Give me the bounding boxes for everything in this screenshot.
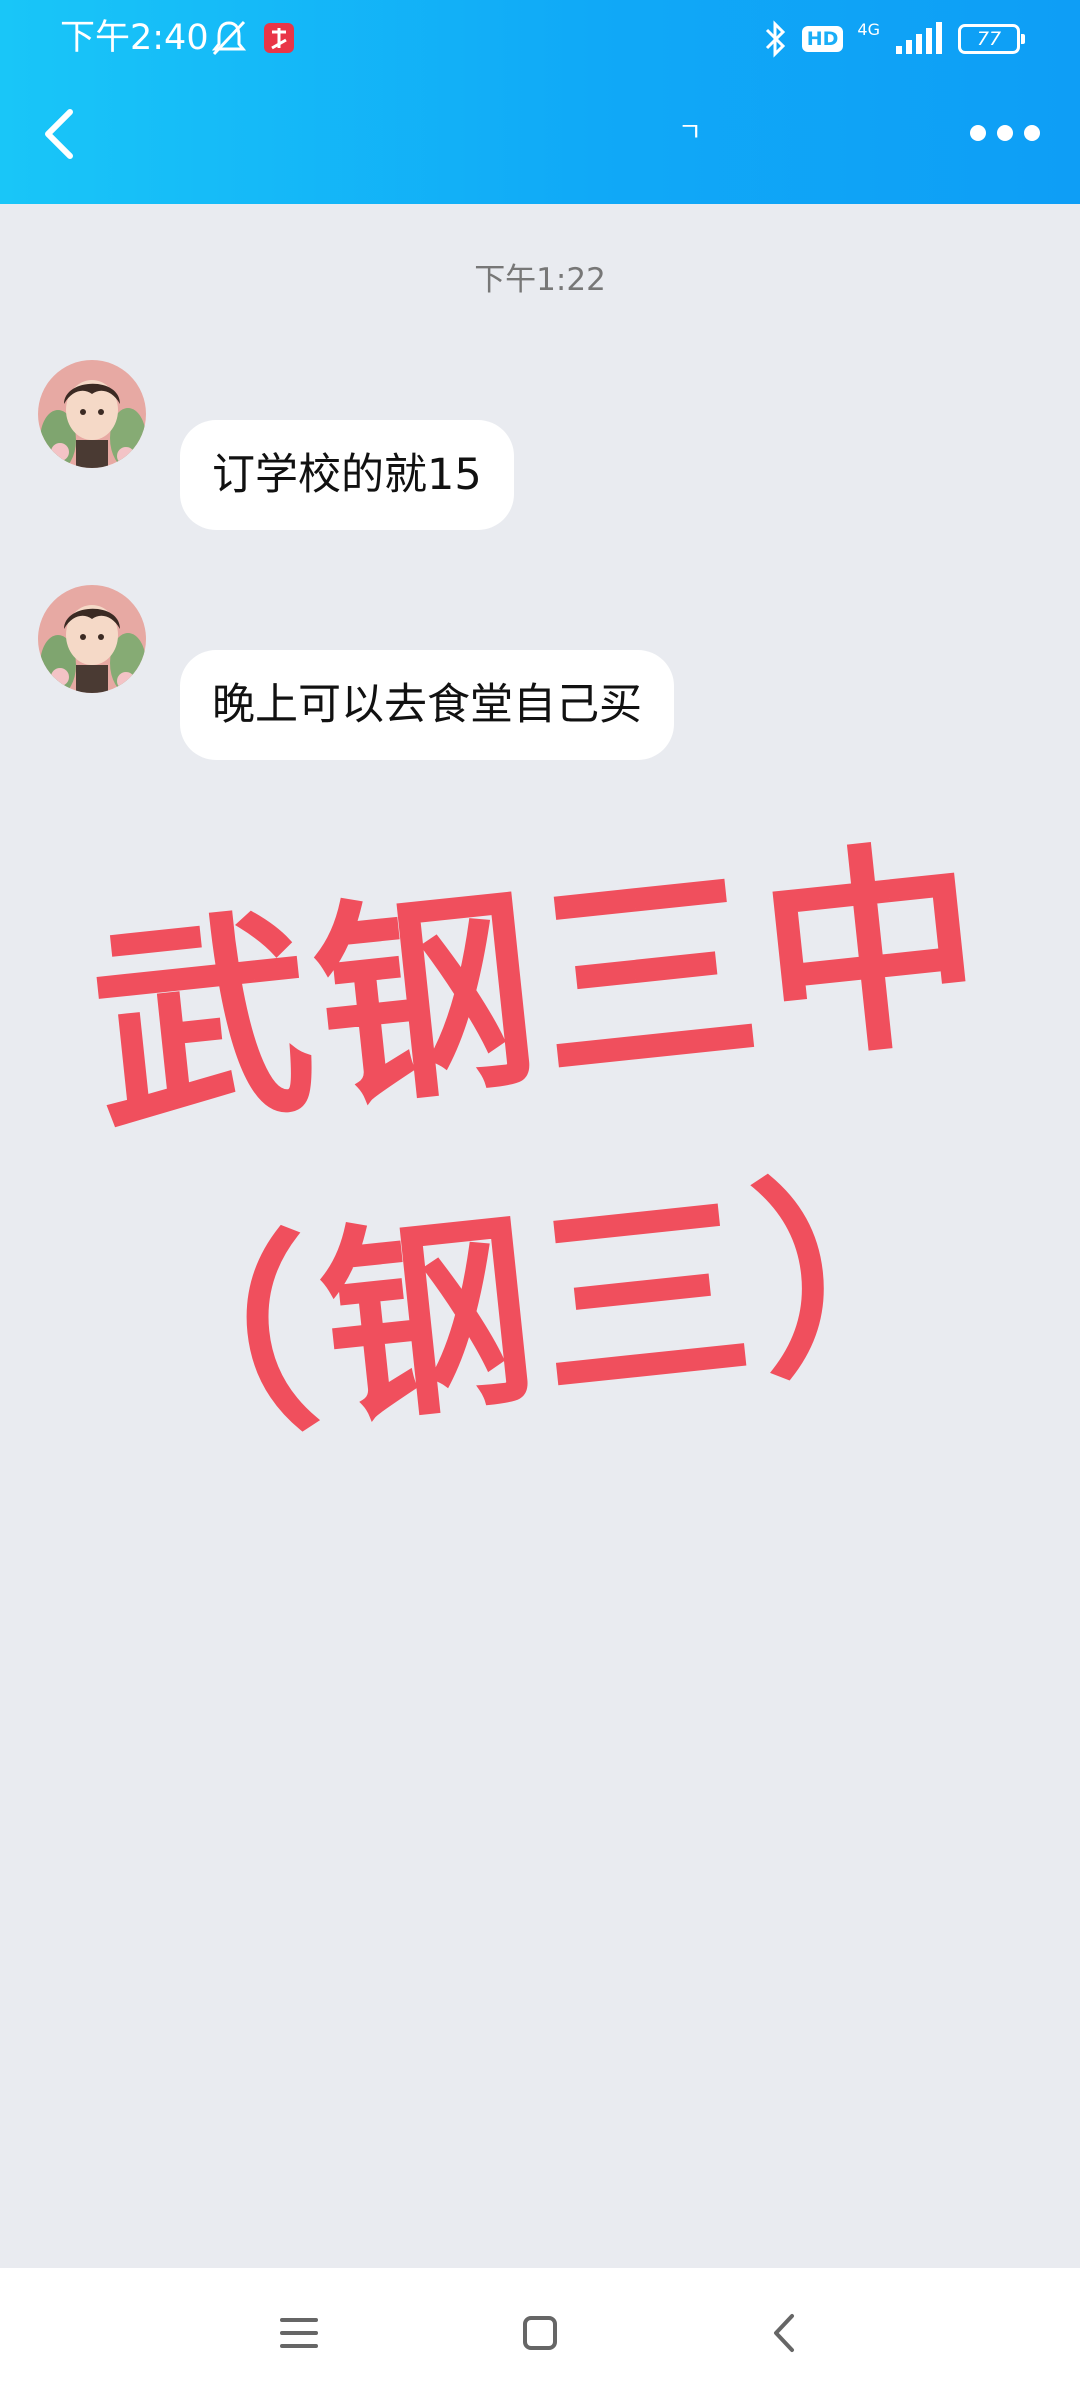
chat-header: 下午2:40 HD 4G 77 ㄱ [0,0,1080,204]
avatar-image [38,585,146,693]
hd-badge: HD [801,26,844,52]
chat-title: ㄱ [678,118,702,148]
message-timestamp: 下午1:22 [474,262,606,298]
app-notification-icon [264,23,294,53]
battery-indicator: 77 [958,24,1025,54]
status-time: 下午2:40 [60,18,209,58]
status-icons: HD 4G 77 [762,18,1025,60]
message-bubble[interactable]: 晚上可以去食堂自己买 [180,650,674,760]
home-button[interactable] [505,2298,575,2368]
contact-avatar[interactable] [38,360,146,468]
overlay-caption-line2: （钢三） [93,1142,987,1477]
bluetooth-icon [765,20,785,58]
avatar-image [38,360,146,468]
contact-avatar[interactable] [38,585,146,693]
system-navigation-bar [0,2268,1080,2400]
menu-button[interactable] [264,2298,334,2368]
notification-muted-icon [211,20,247,56]
overlay-caption-line1: 武钢三中 [81,816,999,1163]
message-bubble[interactable]: 订学校的就15 [180,420,514,530]
signal-icon [896,22,942,54]
back-button[interactable] [30,102,90,166]
more-options-button[interactable] [968,118,1042,148]
network-type-label: 4G [857,19,880,39]
back-nav-button[interactable] [750,2298,820,2368]
